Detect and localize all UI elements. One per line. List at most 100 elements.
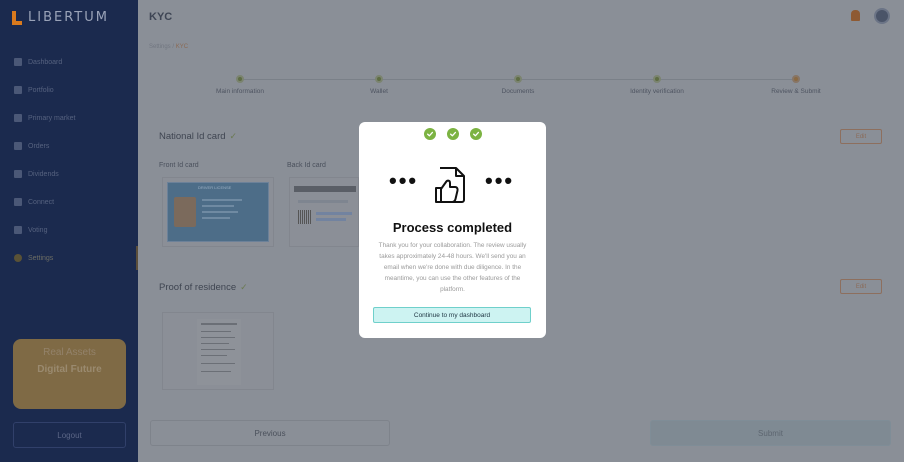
breadcrumb: Settings / KYC — [149, 44, 188, 50]
sidebar-item-connect[interactable]: Connect — [0, 188, 138, 216]
check-icon: ✓ — [229, 131, 238, 141]
kyc-stepper: Main information Wallet Documents Identi… — [178, 64, 858, 104]
step-label: Review & Submit — [771, 88, 821, 95]
sidebar-item-settings[interactable]: Settings — [0, 244, 138, 272]
step-dot — [236, 75, 244, 83]
promo-banner: Real Assets Digital Future — [13, 339, 126, 409]
back-text-line — [316, 218, 346, 221]
dividends-icon — [14, 170, 22, 178]
step-dot — [792, 75, 800, 83]
sidebar-nav: Dashboard Portfolio Primary market Order… — [0, 48, 138, 272]
promo-line-2: Digital Future — [37, 364, 102, 375]
promo-line-1: Real Assets — [43, 347, 96, 358]
breadcrumb-root[interactable]: Settings — [149, 44, 171, 50]
process-completed-modal: ••• ••• Process completed Thank you for … — [359, 122, 546, 338]
step-wallet: Wallet — [317, 64, 441, 95]
pie-chart-icon — [14, 86, 22, 94]
id-text-line — [202, 217, 230, 219]
id-text-line — [202, 199, 242, 201]
doc-text-line — [201, 337, 235, 338]
modal-body-text: Thank you for your collaboration. The re… — [378, 242, 527, 293]
modal-progress-checks — [359, 128, 546, 140]
breadcrumb-current: KYC — [175, 44, 189, 50]
check-icon: ✓ — [240, 282, 248, 292]
sidebar-item-label: Connect — [28, 198, 55, 206]
back-text-line — [298, 200, 348, 203]
libertum-logo-icon — [12, 10, 22, 25]
id-photo — [174, 197, 196, 227]
step-dot — [375, 75, 383, 83]
id-card-image: DRIVER LICENSE — [167, 182, 269, 242]
doc-text-line — [201, 331, 231, 332]
previous-button[interactable]: Previous — [150, 420, 390, 446]
step-label: Identity verification — [630, 88, 684, 95]
sidebar-item-label: Dividends — [28, 170, 59, 178]
grid-icon — [14, 58, 22, 66]
voting-icon — [14, 226, 22, 234]
back-id-thumbnail[interactable] — [289, 177, 359, 247]
document-thumbs-up-icon — [435, 167, 465, 203]
sidebar-item-dividends[interactable]: Dividends — [0, 160, 138, 188]
brand-name: LIBERTUM — [28, 10, 109, 25]
bar-chart-icon — [14, 114, 22, 122]
edit-residence-button[interactable]: Edit — [840, 279, 882, 294]
sidebar-item-voting[interactable]: Voting — [0, 216, 138, 244]
id-text-line — [202, 211, 238, 213]
section-title-text: Proof of residence — [159, 282, 237, 293]
barcode — [298, 210, 312, 224]
back-text-line — [316, 212, 352, 215]
modal-title: Process completed — [392, 220, 513, 235]
step-label: Main information — [215, 88, 265, 95]
document-page — [197, 319, 241, 385]
step-dot — [514, 75, 522, 83]
step-dot — [653, 75, 661, 83]
front-id-label: Front Id card — [159, 162, 199, 169]
check-icon — [469, 128, 482, 140]
ellipsis-right-icon: ••• — [485, 168, 515, 193]
doc-text-line — [201, 363, 235, 364]
doc-text-line — [201, 323, 237, 325]
step-label: Documents — [501, 88, 535, 95]
page-title: KYC — [149, 11, 173, 23]
check-icon — [446, 128, 459, 140]
ellipsis-left-icon: ••• — [389, 168, 419, 193]
sidebar-item-label: Voting — [28, 226, 48, 234]
doc-text-line — [201, 371, 231, 372]
residence-section-title: Proof of residence ✓ — [159, 282, 248, 293]
step-main-information: Main information — [178, 64, 302, 95]
sidebar-item-label: Portfolio — [28, 86, 54, 94]
sidebar-item-label: Primary market — [28, 114, 76, 122]
connect-icon — [14, 198, 22, 206]
gear-icon — [14, 254, 22, 262]
logout-button[interactable]: Logout — [13, 422, 126, 448]
sidebar-item-primary-market[interactable]: Primary market — [0, 104, 138, 132]
sidebar-item-label: Orders — [28, 142, 50, 150]
sidebar-item-label: Settings — [28, 254, 54, 262]
avatar[interactable] — [874, 8, 890, 24]
continue-to-dashboard-button[interactable]: Continue to my dashboard — [373, 307, 531, 323]
submit-button[interactable]: Submit — [650, 420, 891, 446]
step-identity-verification: Identity verification — [595, 64, 719, 95]
sidebar-item-label: Dashboard — [28, 58, 63, 66]
id-card-header: DRIVER LICENSE — [198, 185, 232, 190]
section-title-text: National Id card — [159, 131, 226, 142]
doc-text-line — [201, 343, 229, 344]
magnetic-strip — [294, 186, 356, 192]
doc-text-line — [201, 355, 227, 356]
doc-text-line — [201, 349, 235, 350]
sidebar-item-dashboard[interactable]: Dashboard — [0, 48, 138, 76]
step-documents: Documents — [456, 64, 580, 95]
sidebar: LIBERTUM Dashboard Portfolio Primary mar… — [0, 0, 138, 462]
back-id-label: Back Id card — [287, 162, 326, 169]
edit-national-id-button[interactable]: Edit — [840, 129, 882, 144]
id-text-line — [202, 205, 234, 207]
step-review-submit: Review & Submit — [734, 64, 858, 95]
check-icon — [423, 128, 436, 140]
sidebar-item-orders[interactable]: Orders — [0, 132, 138, 160]
sidebar-item-portfolio[interactable]: Portfolio — [0, 76, 138, 104]
front-id-thumbnail[interactable]: DRIVER LICENSE — [162, 177, 274, 247]
brand-logo[interactable]: LIBERTUM — [12, 10, 109, 25]
residence-document-thumbnail[interactable] — [162, 312, 274, 390]
national-id-section-title: National Id card ✓ — [159, 131, 237, 142]
bell-icon[interactable] — [851, 10, 860, 21]
